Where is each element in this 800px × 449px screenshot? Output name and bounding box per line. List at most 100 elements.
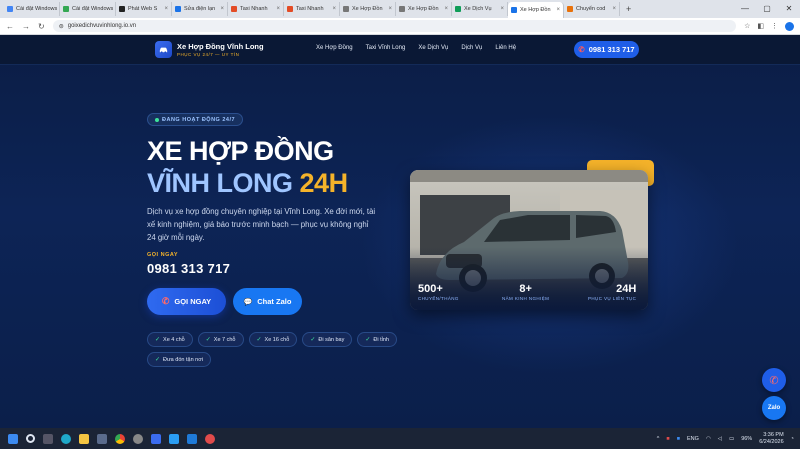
- browser-tab[interactable]: Taxi Nhanh ×: [284, 2, 340, 16]
- brand-tagline: PHỤC VỤ 24/7 — UY TÍN: [177, 52, 240, 57]
- zalo-tray-icon[interactable]: ■: [677, 436, 680, 442]
- nav-taxi-vinh-long[interactable]: Taxi Vĩnh Long: [366, 45, 406, 51]
- phone-icon: ✆: [769, 374, 779, 387]
- tab-close-icon[interactable]: ×: [164, 6, 168, 12]
- url-input[interactable]: ⊜ goixedichvuvinhlong.io.vn: [52, 20, 737, 32]
- tab-favicon-icon: [511, 7, 517, 13]
- chip-di-san-bay[interactable]: ✓ Đi sân bay: [302, 332, 353, 347]
- volume-icon[interactable]: ◁: [718, 436, 722, 442]
- tab-close-icon[interactable]: ×: [444, 6, 448, 12]
- tab-close-icon[interactable]: ×: [612, 6, 616, 12]
- extension-icon[interactable]: ◧: [757, 22, 764, 30]
- task-view-icon[interactable]: [43, 433, 53, 444]
- new-tab-button[interactable]: +: [626, 4, 631, 14]
- check-icon: ✓: [310, 337, 316, 343]
- tab-close-icon[interactable]: ×: [500, 6, 504, 12]
- stat-experience: 8+ NĂM KINH NGHIỆM: [502, 283, 549, 301]
- browser-tab[interactable]: Xe Hợp Đồn ×: [396, 2, 452, 16]
- brand[interactable]: Xe Hợp Đồng Vĩnh Long PHỤC VỤ 24/7 — UY …: [155, 41, 264, 58]
- browser-tab[interactable]: Sửa điện lạn ×: [172, 2, 228, 16]
- chip-label: Đưa đón tận nơi: [163, 356, 204, 363]
- stat-trips: 500+ CHUYẾN/THÁNG: [418, 283, 459, 301]
- app-icon[interactable]: [205, 433, 215, 444]
- battery-icon[interactable]: ▭: [729, 436, 734, 442]
- language-indicator[interactable]: ENG: [687, 436, 699, 442]
- hero-title-city: VĨNH LONG: [147, 168, 293, 198]
- back-icon[interactable]: ←: [6, 22, 14, 31]
- call-now-label: GỌI NGAY: [174, 297, 212, 306]
- nav-xe-hop-dong[interactable]: Xe Hợp Đồng: [316, 45, 353, 51]
- call-now-button[interactable]: ✆ GỌI NGAY: [147, 288, 226, 315]
- forward-icon[interactable]: →: [22, 22, 30, 31]
- stat-value: 500+: [418, 283, 443, 295]
- bookmark-star-icon[interactable]: ☆: [744, 22, 750, 30]
- status-badge: ĐANG HOẠT ĐỘNG 24/7: [147, 113, 244, 126]
- tab-close-icon[interactable]: ×: [332, 6, 336, 12]
- header-call-button[interactable]: ✆ 0981 313 717: [574, 41, 639, 58]
- file-explorer-icon[interactable]: [79, 433, 89, 444]
- tab-label: Cài đặt Windows: [72, 6, 114, 12]
- close-window-button[interactable]: ✕: [778, 0, 800, 18]
- chip-xe-4-cho[interactable]: ✓ Xe 4 chỗ: [147, 332, 193, 347]
- brand-name: Xe Hợp Đồng Vĩnh Long: [177, 42, 264, 51]
- tab-close-icon[interactable]: ×: [388, 6, 392, 12]
- chip-di-tinh[interactable]: ✓ Đi tỉnh: [357, 332, 397, 347]
- notification-bell-icon[interactable]: ◔: [791, 436, 794, 442]
- chat-zalo-button[interactable]: 💬 Chat Zalo: [233, 288, 302, 315]
- clock[interactable]: 3:36 PM 6/24/2026: [759, 432, 783, 446]
- tab-close-icon[interactable]: ×: [556, 7, 560, 13]
- chip-label: Xe 4 chỗ: [163, 336, 185, 343]
- chat-app-icon[interactable]: [151, 433, 161, 444]
- floating-call-button[interactable]: ✆: [762, 368, 786, 392]
- nav-xe-dich-vu[interactable]: Xe Dịch Vụ: [418, 45, 448, 51]
- tab-label: Cài đặt Windows: [16, 6, 58, 12]
- browser-tab[interactable]: Xe Dịch Vụ ×: [452, 2, 508, 16]
- floating-zalo-button[interactable]: Zalo: [762, 396, 786, 420]
- chevron-up-icon[interactable]: ^: [657, 436, 660, 442]
- browser-tab[interactable]: Xe Hợp Đồn ×: [340, 2, 396, 16]
- site-info-icon[interactable]: ⊜: [59, 23, 64, 30]
- main-nav: Xe Hợp Đồng Taxi Vĩnh Long Xe Dịch Vụ Dị…: [316, 45, 516, 51]
- antivirus-icon[interactable]: ■: [666, 436, 669, 442]
- header-call-label: 0981 313 717: [588, 45, 635, 54]
- menu-icon[interactable]: ⋮: [771, 22, 778, 30]
- stat-value: 24H: [616, 283, 637, 295]
- browser-tab[interactable]: Taxi Nhanh ×: [228, 2, 284, 16]
- chrome-icon[interactable]: [115, 433, 125, 444]
- tab-label: Phát Web S: [128, 6, 158, 12]
- browser-tab[interactable]: Chuyển cod ×: [564, 2, 620, 16]
- profile-avatar[interactable]: [785, 21, 794, 31]
- tab-close-icon[interactable]: ×: [220, 6, 224, 12]
- search-icon[interactable]: [26, 434, 35, 443]
- browser-tab[interactable]: Xe Hợp Đồn ×: [508, 2, 564, 18]
- tab-favicon-icon: [287, 6, 293, 12]
- maximize-button[interactable]: ▢: [756, 0, 778, 18]
- browser-tab[interactable]: Phát Web S ×: [116, 2, 172, 16]
- wifi-icon[interactable]: ◠: [706, 436, 711, 442]
- vscode-icon[interactable]: [187, 433, 197, 444]
- nav-dich-vu[interactable]: Dịch Vụ: [461, 45, 482, 51]
- check-icon: ✓: [205, 337, 211, 343]
- browser-tab[interactable]: Cài đặt Windows×: [60, 2, 116, 16]
- chip-xe-7-cho[interactable]: ✓ Xe 7 chỗ: [197, 332, 244, 347]
- minimize-button[interactable]: —: [734, 0, 756, 18]
- chip-dua-don[interactable]: ✓ Đưa đón tận nơi: [147, 352, 212, 367]
- settings-gear-icon[interactable]: [133, 433, 143, 444]
- tab-favicon-icon: [567, 6, 573, 12]
- tab-close-icon[interactable]: ×: [276, 6, 280, 12]
- stat-value: 8+: [519, 283, 532, 295]
- store-icon[interactable]: [97, 433, 107, 444]
- edge-icon[interactable]: [61, 433, 71, 444]
- browser-tab[interactable]: Cài đặt Windows×: [4, 2, 60, 16]
- photos-icon[interactable]: [169, 433, 179, 444]
- windows-start-icon[interactable]: [8, 433, 18, 444]
- hero-phone-number[interactable]: 0981 313 717: [147, 261, 230, 276]
- nav-lien-he[interactable]: Liên Hệ: [495, 45, 516, 51]
- site-header: Xe Hợp Đồng Vĩnh Long PHỤC VỤ 24/7 — UY …: [0, 35, 800, 65]
- tab-favicon-icon: [399, 6, 405, 12]
- chip-xe-16-cho[interactable]: ✓ Xe 16 chỗ: [248, 332, 298, 347]
- browser-tabbar: Cài đặt Windows×Cài đặt Windows×Phát Web…: [0, 0, 800, 18]
- reload-icon[interactable]: ↻: [38, 22, 45, 31]
- hero-title-line1: XE HỢP ĐỒNG: [147, 136, 334, 166]
- tab-favicon-icon: [175, 6, 181, 12]
